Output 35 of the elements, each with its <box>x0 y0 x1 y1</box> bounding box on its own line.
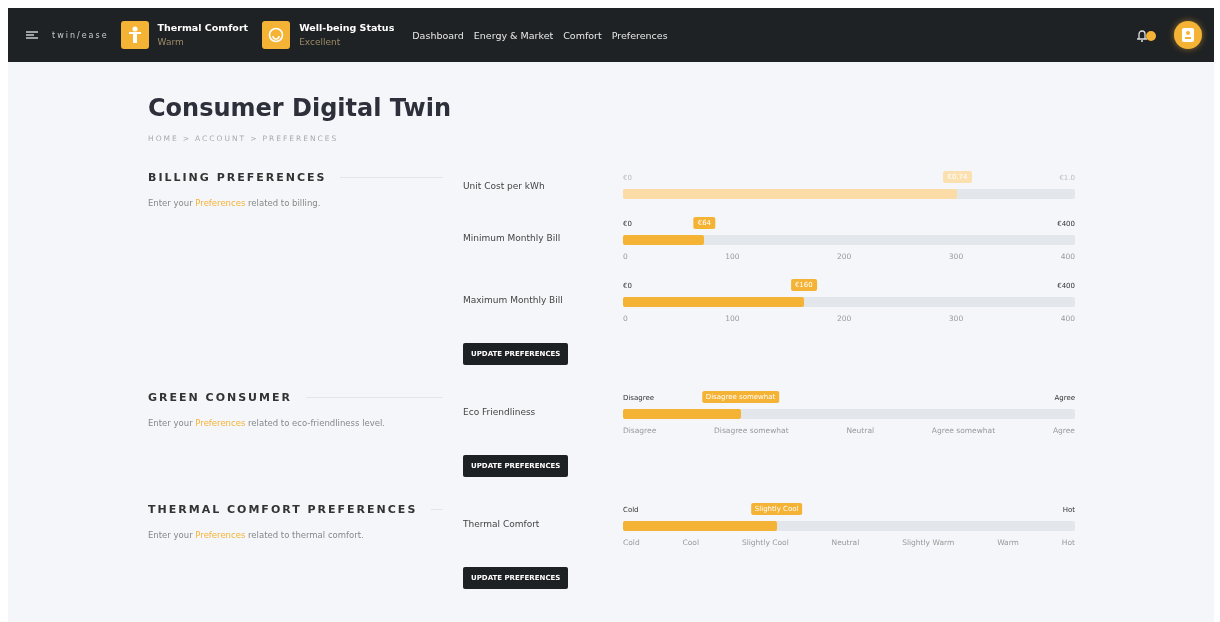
section-description: Enter your Preferences related to thermal comfort. <box>148 530 365 540</box>
status-value: Warm <box>157 37 185 47</box>
section-heading: GREEN CONSUMER <box>148 391 292 404</box>
bell-icon[interactable] <box>1134 27 1158 43</box>
nav-link[interactable]: Dashboard <box>412 29 464 41</box>
slider-label: Minimum Monthly Bill <box>463 232 562 245</box>
slider-label: Maximum Monthly Bill <box>463 294 564 307</box>
logo: twin/ease <box>52 30 109 40</box>
nav-link[interactable]: Energy & Market <box>473 29 554 41</box>
slider-track[interactable] <box>623 409 1075 419</box>
nav-link[interactable]: Comfort <box>563 29 602 41</box>
slider-track[interactable] <box>623 297 1075 307</box>
section-heading: THERMAL COMFORT PREFERENCES <box>148 503 418 516</box>
section-description: Enter your Preferences related to eco-friendliness level. <box>148 418 387 428</box>
status-value: Excellent <box>299 37 342 47</box>
slider-track[interactable] <box>623 235 1075 245</box>
nav-link[interactable]: Preferences <box>611 29 668 41</box>
menu-icon[interactable] <box>26 31 38 39</box>
slider-label: Unit Cost per kWh <box>463 180 546 193</box>
slider-fill[interactable] <box>623 409 741 419</box>
slider-label: Thermal Comfort <box>463 518 541 531</box>
person-icon <box>120 21 149 49</box>
smile-icon <box>262 21 291 49</box>
slider-label: Eco Friendliness <box>463 406 537 419</box>
avatar-icon[interactable] <box>1174 21 1202 49</box>
status-title: Well-being Status <box>299 22 395 33</box>
slider-track[interactable] <box>623 189 1075 199</box>
slider-track[interactable] <box>623 521 1075 531</box>
slider-fill[interactable] <box>623 521 777 531</box>
slider-fill[interactable] <box>623 297 804 307</box>
status-title: Thermal Comfort <box>157 22 249 33</box>
slider-fill[interactable] <box>623 235 705 245</box>
section-heading: BILLING PREFERENCES <box>148 171 327 184</box>
section-description: Enter your Preferences related to billing. <box>148 198 322 208</box>
page-title: Consumer Digital Twin <box>148 94 453 122</box>
